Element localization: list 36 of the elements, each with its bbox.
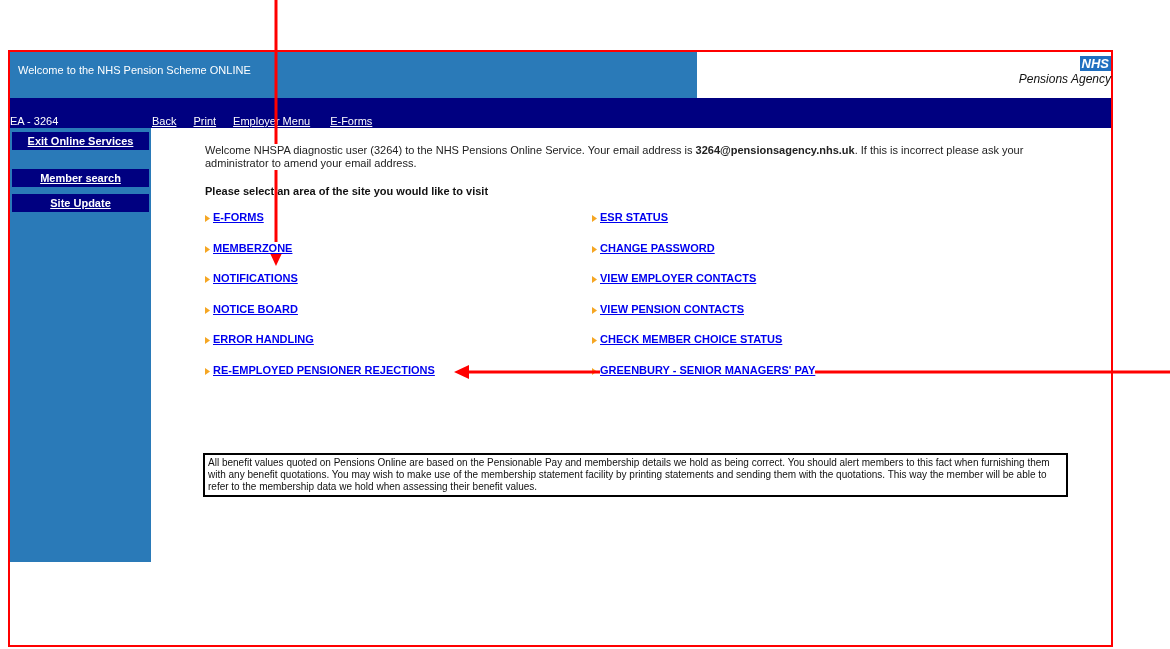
bullet-arrow-icon [592,306,597,314]
bullet-arrow-icon [592,215,597,222]
sidebar-button[interactable]: Exit Online Services [12,132,149,150]
select-prompt: Please select an area of the site you would like to visit [205,185,490,197]
logo-subtitle: Pensions Agency [1018,72,1111,86]
bullet-arrow-icon [205,276,210,283]
area-link[interactable]: NOTICE BOARD [213,302,298,315]
area-link[interactable]: CHANGE PASSWORD [600,241,715,254]
area-link[interactable]: MEMBERZONE [213,241,293,254]
area-link[interactable]: RE-EMPLOYED PENSIONER REJECTIONS [213,363,435,376]
logo-badge: NHS [1079,56,1111,71]
bullet-arrow-icon [205,245,210,253]
area-link[interactable]: VIEW EMPLOYER CONTACTS [600,272,757,284]
bullet-arrow-icon [205,306,210,314]
area-link[interactable]: NOTIFICATIONS [213,272,298,284]
bullet-arrow-icon [592,337,597,344]
nav-link[interactable]: Print [193,115,217,127]
area-link[interactable]: GREENBURY - SENIOR MANAGERS' PAY [600,363,816,376]
sidebar-button[interactable]: Member search [12,169,149,187]
area-link[interactable]: VIEW PENSION CONTACTS [600,302,745,315]
bullet-arrow-icon [592,367,597,375]
bullet-arrow-icon [592,245,597,253]
notice-text: All benefit values quoted on Pensions Online are based on the Pensionable Pay and membership details we hold as being correct. You should alert members to this fact when furnishing them with any benefit quotations. You may wish to make use of the membership statement facility by printing statements and sending them with the quotations. This way the member will be able to refer to the membership data we hold when assessing their benefit values. [203,453,1068,497]
area-link[interactable]: CHECK MEMBER CHOICE STATUS [600,333,783,345]
bullet-arrow-icon [205,337,210,344]
area-link[interactable]: ERROR HANDLING [213,333,314,345]
nav-link[interactable]: Back [152,115,177,127]
sidebar-button[interactable]: Site Update [12,194,149,212]
area-link[interactable]: E-FORMS [213,211,264,223]
site-title: Welcome to the NHS Pension Scheme ONLINE [18,64,251,76]
user-id: EA - 3264 [10,115,60,127]
bullet-arrow-icon [205,367,210,375]
area-link[interactable]: ESR STATUS [600,211,669,223]
bullet-arrow-icon [205,215,210,222]
bullet-arrow-icon [592,276,597,283]
nav-link[interactable]: E-Forms [330,115,373,127]
